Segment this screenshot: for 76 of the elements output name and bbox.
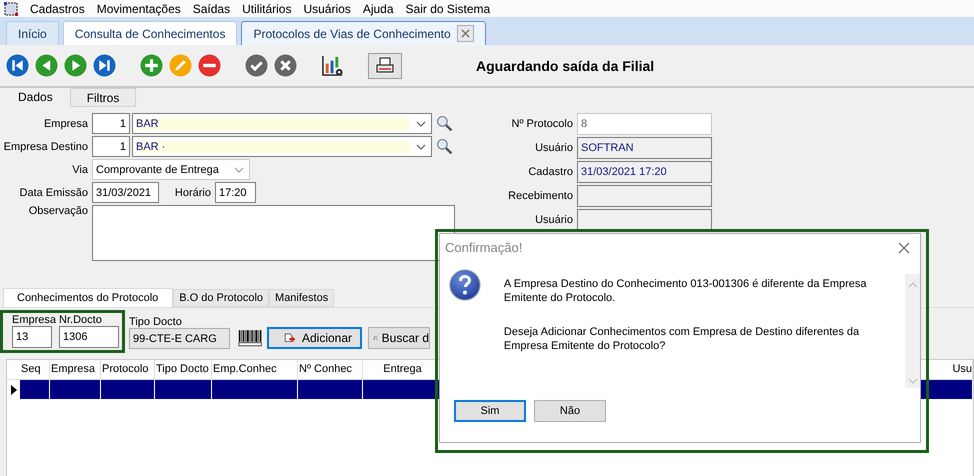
date-field[interactable]: 31/03/2021	[92, 182, 159, 203]
field-label: Empresa	[12, 314, 56, 326]
time-field[interactable]: 17:20	[215, 182, 256, 203]
tab[interactable]: Conhecimentos do Protocolo	[3, 288, 174, 307]
field-label: Cadastro	[527, 166, 574, 178]
dialog-message: Deseja Adicionar Conhecimentos com Empresa de Destino diferentes da Empresa Emitente do Protocolo?	[504, 325, 860, 353]
code-field[interactable]: 1	[92, 136, 130, 157]
field-label: Usuário	[534, 142, 574, 154]
via-dropdown[interactable]: Comprovante de Entrega	[92, 159, 250, 180]
add-icon[interactable]	[140, 54, 163, 77]
menu-item[interactable]: Utilitários	[236, 2, 298, 16]
tab[interactable]: Início	[6, 21, 59, 45]
menu-item[interactable]: Ajuda	[356, 2, 400, 16]
question-icon	[449, 269, 481, 301]
field-label: Horário	[174, 186, 212, 198]
navigation-button[interactable]	[93, 54, 116, 77]
field-label: Via	[71, 164, 89, 176]
info-field[interactable]: 8	[577, 113, 712, 135]
navigation-button[interactable]	[35, 54, 58, 77]
field-label: Empresa Destino	[2, 140, 89, 152]
printer-icon	[375, 56, 395, 74]
close-icon[interactable]	[898, 242, 910, 254]
column-header[interactable]: Protocolo	[101, 360, 155, 379]
dialog-button[interactable]: Não	[534, 400, 606, 422]
field-label: Usuário	[534, 214, 574, 226]
field-label: Nr.Docto	[59, 314, 103, 326]
dialog-message: A Empresa Destino do Conhecimento 013-001306 é diferente da Empresa Emitente do Protocolo.	[504, 277, 868, 305]
company-dropdown[interactable]: BAR ·	[132, 136, 432, 157]
dialog-button[interactable]: Sim	[454, 400, 526, 422]
print-button[interactable]	[368, 52, 402, 78]
document-number-field[interactable]: 1306	[59, 326, 120, 348]
column-header[interactable]: Emp.Conhec	[212, 360, 298, 379]
tab[interactable]: Filtros	[70, 88, 136, 107]
menu-item[interactable]: Movimentações	[90, 2, 187, 16]
barcode-icon[interactable]	[238, 327, 264, 349]
check-icon[interactable]	[245, 54, 268, 77]
add-button[interactable]: Adicionar	[267, 327, 362, 349]
info-field[interactable]	[577, 209, 712, 231]
company-dropdown[interactable]: BAR	[132, 113, 432, 134]
menu-item[interactable]: Saídas	[186, 2, 236, 16]
column-header[interactable]: Seq	[20, 360, 50, 379]
chart-settings-icon[interactable]	[321, 54, 344, 77]
search-button[interactable]: Buscar d	[368, 327, 430, 349]
info-field[interactable]: 31/03/2021 17:20	[577, 161, 712, 183]
info-field[interactable]: SOFTRAN	[577, 137, 712, 159]
info-field[interactable]	[577, 185, 712, 207]
navigation-button[interactable]	[6, 54, 29, 77]
field-label: Data Emissão	[18, 186, 89, 198]
field-label: Empresa	[42, 118, 89, 130]
column-header[interactable]: Nº Conhec	[298, 360, 363, 379]
delete-icon[interactable]	[198, 54, 221, 77]
dialog-title: Confirmação!	[445, 240, 522, 255]
menu-item[interactable]: Cadastros	[24, 2, 91, 16]
tab[interactable]: Manifestos	[269, 289, 334, 307]
company-field[interactable]: 13	[12, 326, 52, 348]
close-icon[interactable]	[274, 54, 297, 77]
search-icon[interactable]	[436, 138, 453, 155]
search-icon[interactable]	[436, 115, 453, 132]
menu-item[interactable]: Sair do Sistema	[400, 2, 496, 16]
navigation-button[interactable]	[64, 54, 87, 77]
document-arrow-icon	[284, 331, 296, 345]
close-icon[interactable]	[456, 25, 474, 42]
field-label: Tipo Docto	[129, 316, 183, 328]
row-pointer-icon	[10, 384, 16, 394]
document-type-dropdown[interactable]: 99-CTE-E CARG	[129, 328, 230, 349]
column-header[interactable]: Empresa	[50, 360, 101, 379]
field-label: Observação	[28, 205, 89, 217]
tab[interactable]: Consulta de Conhecimentos	[62, 21, 238, 45]
tab[interactable]: B.O do Protocolo	[173, 289, 270, 307]
tab[interactable]: Protocolos de Vias de Conhecimento	[241, 21, 486, 45]
status-title: Aguardando saída da Filial	[476, 58, 654, 74]
field-label: Nº Protocolo	[510, 118, 574, 130]
menu-item[interactable]: Usuários	[297, 2, 357, 16]
column-header[interactable]: Tipo Docto	[155, 360, 212, 379]
field-label: Recebimento	[507, 190, 574, 202]
code-field[interactable]: 1	[92, 113, 130, 134]
